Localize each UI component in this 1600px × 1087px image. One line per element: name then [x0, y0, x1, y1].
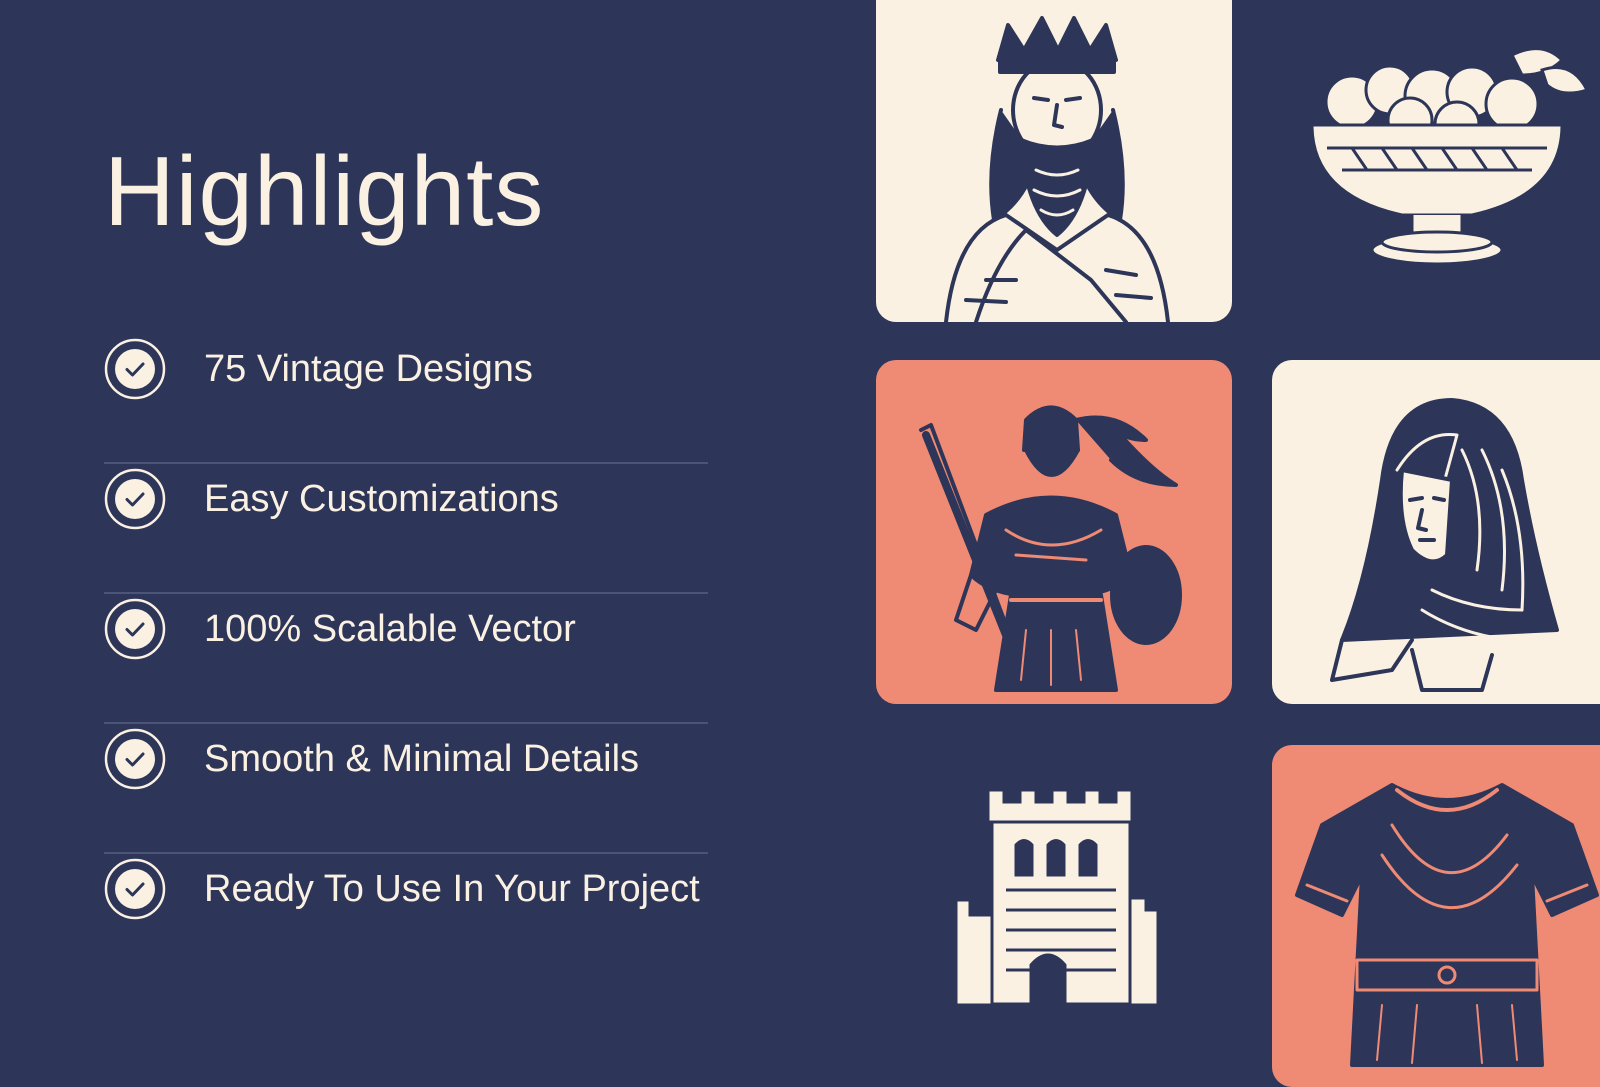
fruit-bowl-tile — [1272, 20, 1600, 280]
check-circle-icon — [104, 598, 166, 660]
feature-label: Easy Customizations — [204, 478, 559, 520]
check-circle-icon — [104, 338, 166, 400]
feature-item: Ready To Use In Your Project — [104, 854, 708, 984]
feature-item: 75 Vintage Designs — [104, 334, 708, 464]
feature-list: 75 Vintage Designs Easy Customizations 1… — [104, 334, 708, 984]
tunic-illustration — [1295, 783, 1599, 1067]
fruit-bowl-illustration — [1310, 47, 1590, 266]
check-circle-icon — [104, 728, 166, 790]
warrior-tile — [876, 360, 1232, 704]
king-illustration — [944, 16, 1170, 322]
feature-item: 100% Scalable Vector — [104, 594, 708, 724]
check-circle-icon — [104, 468, 166, 530]
king-tile — [876, 0, 1232, 322]
feature-label: 100% Scalable Vector — [204, 608, 576, 650]
castle-tower-illustration — [936, 788, 1176, 1052]
feature-label: Ready To Use In Your Project — [204, 868, 700, 910]
check-circle-icon — [104, 858, 166, 920]
warrior-illustration — [919, 405, 1182, 692]
page-title: Highlights — [104, 136, 545, 246]
feature-item: Easy Customizations — [104, 464, 708, 594]
feature-item: Smooth & Minimal Details — [104, 724, 708, 854]
veiled-woman-illustration — [1330, 398, 1559, 692]
tunic-tile — [1272, 745, 1600, 1087]
veiled-woman-tile — [1272, 360, 1600, 704]
feature-label: 75 Vintage Designs — [204, 348, 533, 390]
castle-tower-tile — [936, 780, 1176, 1067]
feature-label: Smooth & Minimal Details — [204, 738, 640, 780]
